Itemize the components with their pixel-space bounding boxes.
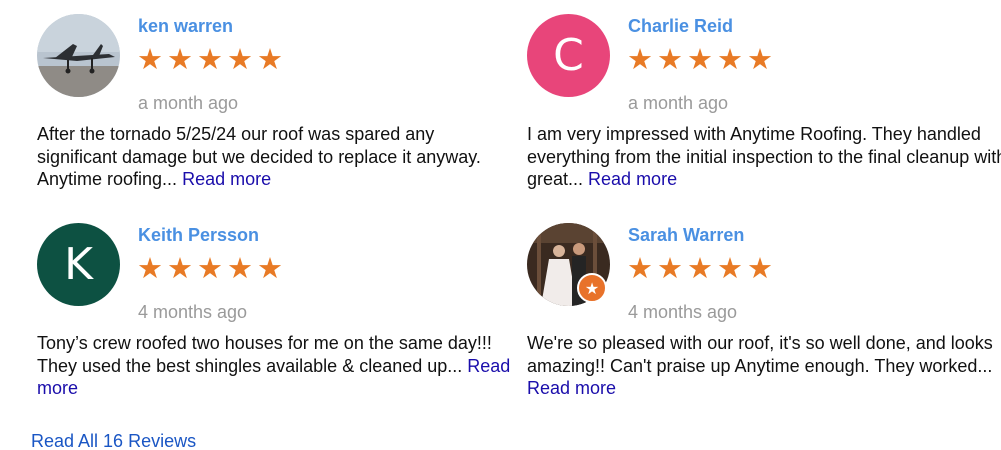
review-text: We're so pleased with our roof, it's so … — [527, 332, 1001, 400]
star-icon: ★ — [717, 251, 743, 285]
star-icon: ★ — [167, 251, 193, 285]
star-rating: ★ ★ ★ ★ ★ — [137, 254, 283, 283]
reviewer-name[interactable]: Charlie Reid — [628, 16, 733, 37]
review-text: After the tornado 5/25/24 our roof was s… — [37, 123, 517, 191]
reviewer-avatar[interactable]: C — [527, 14, 610, 97]
star-icon: ★ — [687, 251, 713, 285]
star-icon: ★ — [627, 251, 653, 285]
review-text: I am very impressed with Anytime Roofing… — [527, 123, 1001, 191]
star-rating: ★ ★ ★ ★ ★ — [137, 45, 283, 74]
star-icon: ★ — [137, 251, 163, 285]
star-icon: ★ — [137, 42, 163, 76]
star-rating: ★ ★ ★ ★ ★ — [627, 45, 773, 74]
local-guide-badge-icon: ★ — [577, 273, 607, 303]
star-icon: ★ — [257, 42, 283, 76]
read-more-link[interactable]: Read more — [527, 378, 616, 398]
review-text: Tony’s crew roofed two houses for me on … — [37, 332, 517, 400]
star-icon: ★ — [227, 42, 253, 76]
star-icon: ★ — [197, 251, 223, 285]
reviewer-avatar[interactable] — [37, 14, 120, 97]
star-icon: ★ — [227, 251, 253, 285]
reviewer-name[interactable]: Keith Persson — [138, 225, 259, 246]
reviewer-name[interactable]: ken warren — [138, 16, 233, 37]
read-more-link[interactable]: Read more — [182, 169, 271, 189]
reviews-widget: ken warren ★ ★ ★ ★ ★ a month ago After t… — [0, 0, 1001, 450]
avatar-letter: K — [64, 239, 93, 290]
star-icon: ★ — [747, 42, 773, 76]
review-date: a month ago — [138, 93, 239, 113]
review-excerpt: We're so pleased with our roof, it's so … — [527, 333, 993, 376]
read-all-reviews-link[interactable]: Read All 16 Reviews — [31, 431, 196, 450]
review-date: 4 months ago — [628, 302, 738, 322]
star-icon: ★ — [657, 42, 683, 76]
star-icon: ★ — [717, 42, 743, 76]
star-icon: ★ — [167, 42, 193, 76]
review-date: 4 months ago — [138, 302, 248, 322]
star-rating: ★ ★ ★ ★ ★ — [627, 254, 773, 283]
reviewer-name[interactable]: Sarah Warren — [628, 225, 744, 246]
read-more-link[interactable]: Read more — [588, 169, 677, 189]
jet-photo-icon — [37, 14, 120, 97]
star-icon: ★ — [747, 251, 773, 285]
star-icon: ★ — [657, 251, 683, 285]
star-icon: ★ — [197, 42, 223, 76]
reviewer-avatar[interactable]: K — [37, 223, 120, 306]
star-icon: ★ — [687, 42, 713, 76]
review-date: a month ago — [628, 93, 729, 113]
star-icon: ★ — [627, 42, 653, 76]
review-excerpt: Tony’s crew roofed two houses for me on … — [37, 333, 492, 376]
avatar-letter: C — [553, 30, 584, 81]
star-icon: ★ — [257, 251, 283, 285]
